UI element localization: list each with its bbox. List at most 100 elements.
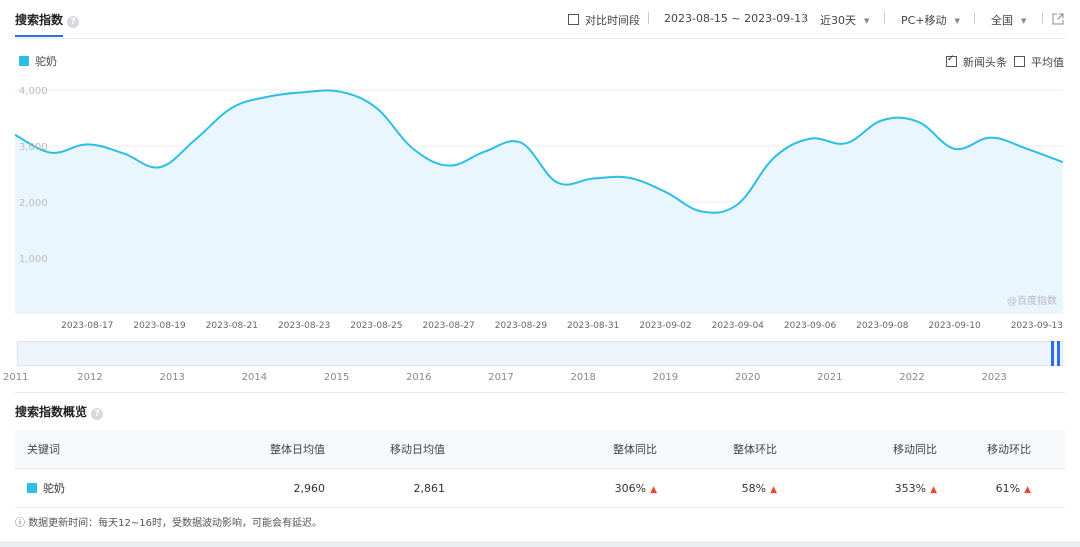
chevron-down-icon: ▼ bbox=[1021, 17, 1027, 25]
region-dropdown[interactable]: 全国 ▼ bbox=[991, 12, 1026, 28]
compare-period-toggle[interactable]: 对比时间段 bbox=[568, 12, 640, 28]
x-tick-label: 2023-08-29 bbox=[495, 321, 548, 330]
timeline-year-label: 2013 bbox=[159, 372, 184, 383]
help-icon[interactable]: ? bbox=[67, 16, 80, 28]
arrow-up-icon: ▲ bbox=[930, 484, 937, 495]
x-tick-label: 2023-09-13 bbox=[1011, 321, 1063, 330]
news-toggle[interactable]: 新闻头条 bbox=[946, 54, 1007, 70]
timeline-year-label: 2023 bbox=[981, 372, 1006, 383]
x-tick-label: 2023-08-25 bbox=[350, 321, 402, 330]
timeline-year-label: 2019 bbox=[653, 372, 678, 383]
section-divider bbox=[15, 392, 1065, 393]
series-area bbox=[15, 90, 1063, 314]
compare-checkbox[interactable] bbox=[568, 14, 579, 25]
overall-mom-cell: 58% ▲ bbox=[658, 468, 778, 508]
header-divider bbox=[15, 38, 1065, 39]
active-tab-indicator bbox=[15, 35, 63, 37]
keyword-text: 驼奶 bbox=[43, 482, 65, 495]
divider bbox=[974, 12, 975, 24]
mobile-mom-cell: 61% ▲ bbox=[938, 468, 1065, 508]
divider bbox=[884, 12, 885, 24]
share-icon[interactable] bbox=[1052, 10, 1064, 29]
x-tick-label: 2023-08-27 bbox=[422, 321, 474, 330]
x-tick-label: 2023-09-06 bbox=[784, 321, 837, 330]
column-header: 整体日均值 bbox=[198, 430, 326, 469]
overall-mom-value: 58% bbox=[741, 481, 767, 495]
x-tick-label: 2023-08-23 bbox=[278, 321, 330, 330]
info-icon: ⓘ bbox=[15, 518, 25, 529]
column-header: 移动日均值 bbox=[326, 430, 446, 469]
y-tick-label: 2,000 bbox=[19, 198, 48, 209]
x-tick-label: 2023-08-31 bbox=[567, 321, 619, 330]
timeline-year-label: 2014 bbox=[242, 372, 267, 383]
news-checkbox[interactable] bbox=[946, 54, 957, 67]
timeline-handle-right[interactable] bbox=[1057, 341, 1060, 366]
timeline-year-label: 2011 bbox=[3, 372, 28, 383]
legend-item[interactable]: 驼奶 bbox=[19, 53, 57, 69]
x-tick-label: 2023-08-21 bbox=[206, 321, 258, 330]
region-label: 全国 bbox=[991, 14, 1013, 27]
keyword-cell: 驼奶 bbox=[15, 468, 198, 508]
overall-yoy-value: 306% bbox=[614, 481, 647, 495]
timeline-handle-left[interactable] bbox=[1051, 341, 1054, 366]
column-header: 整体同比 bbox=[446, 430, 658, 469]
legend-swatch bbox=[19, 56, 29, 66]
x-tick-label: 2023-09-10 bbox=[928, 321, 981, 330]
overview-table: 关键词 整体日均值 移动日均值 整体同比 整体环比 移动同比 移动环比 驼奶 2… bbox=[15, 430, 1065, 508]
legend-series-label: 驼奶 bbox=[35, 55, 57, 68]
y-tick-label: 1,000 bbox=[19, 254, 48, 265]
help-icon[interactable]: ? bbox=[91, 408, 104, 420]
divider bbox=[648, 12, 649, 24]
average-toggle[interactable]: 平均值 bbox=[1014, 54, 1064, 70]
page-title[interactable]: 搜索指数 ? bbox=[15, 11, 80, 28]
timeline-year-label: 2022 bbox=[899, 372, 924, 383]
table-row: 驼奶 2,960 2,861 306% ▲ 58% ▲ 353% ▲ 61% ▲ bbox=[15, 468, 1065, 508]
column-header: 移动同比 bbox=[778, 430, 938, 469]
x-tick-label: 2023-08-19 bbox=[133, 321, 186, 330]
mobile-yoy-value: 353% bbox=[894, 481, 927, 495]
device-label: PC+移动 bbox=[901, 14, 947, 27]
watermark: @百度指数 bbox=[1007, 294, 1057, 307]
date-range-picker[interactable]: 2023-08-15 ~ 2023-09-13 bbox=[664, 12, 808, 25]
period-label: 近30天 bbox=[820, 14, 856, 27]
timeline-year-label: 2021 bbox=[817, 372, 842, 383]
timeline-track[interactable] bbox=[17, 341, 1063, 366]
arrow-up-icon: ▲ bbox=[1024, 484, 1031, 495]
y-tick-label: 3,000 bbox=[19, 142, 48, 153]
mobile-mom-value: 61% bbox=[995, 481, 1021, 495]
legend-swatch bbox=[27, 483, 37, 493]
y-tick-label: 4,000 bbox=[19, 86, 48, 97]
timeline-year-label: 2015 bbox=[324, 372, 349, 383]
mobile-avg-cell: 2,861 bbox=[326, 468, 446, 508]
column-header: 移动环比 bbox=[938, 430, 1065, 469]
overview-title-text: 搜索指数概览 bbox=[15, 405, 88, 419]
overall-yoy-cell: 306% ▲ bbox=[446, 468, 658, 508]
timeline-year-label: 2012 bbox=[77, 372, 102, 383]
x-tick-label: 2023-09-04 bbox=[712, 321, 765, 330]
update-note: ⓘ 数据更新时间：每天12~16时，受数据波动影响，可能会有延迟。 bbox=[15, 514, 322, 529]
mobile-yoy-cell: 353% ▲ bbox=[778, 468, 938, 508]
average-label: 平均值 bbox=[1031, 56, 1064, 69]
timeline-year-label: 2018 bbox=[570, 372, 595, 383]
overview-title: 搜索指数概览 ? bbox=[15, 403, 104, 420]
page-title-text: 搜索指数 bbox=[15, 13, 64, 27]
divider bbox=[1042, 12, 1043, 24]
arrow-up-icon: ▲ bbox=[770, 484, 777, 495]
compare-label: 对比时间段 bbox=[585, 14, 640, 27]
x-tick-label: 2023-08-17 bbox=[61, 321, 113, 330]
average-checkbox[interactable] bbox=[1014, 56, 1025, 67]
x-tick-label: 2023-09-08 bbox=[856, 321, 909, 330]
x-tick-label: 2023-09-02 bbox=[639, 321, 691, 330]
bottom-band bbox=[0, 541, 1080, 547]
trend-chart[interactable]: 4,000 3,000 2,000 1,000 2023-08-17 2023-08-1… bbox=[0, 80, 1080, 330]
overall-avg-cell: 2,960 bbox=[198, 468, 326, 508]
chevron-down-icon: ▼ bbox=[954, 17, 960, 25]
device-dropdown[interactable]: PC+移动 ▼ bbox=[901, 12, 960, 28]
news-label: 新闻头条 bbox=[963, 56, 1007, 69]
divider bbox=[804, 12, 805, 24]
period-dropdown[interactable]: 近30天 ▼ bbox=[820, 12, 869, 28]
update-note-text: 数据更新时间：每天12~16时，受数据波动影响，可能会有延迟。 bbox=[28, 518, 323, 529]
arrow-up-icon: ▲ bbox=[650, 484, 657, 495]
timeline-year-label: 2016 bbox=[406, 372, 431, 383]
column-header: 整体环比 bbox=[658, 430, 778, 469]
